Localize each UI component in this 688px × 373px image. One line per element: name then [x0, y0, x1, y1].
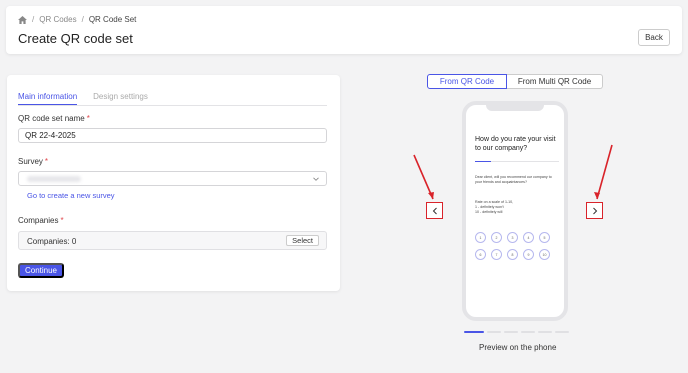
chevron-left-icon — [432, 207, 437, 214]
chevron-down-icon — [313, 177, 319, 181]
rating-scale-row: 1 2 3 4 5 — [475, 232, 555, 243]
rating-option[interactable]: 7 — [491, 249, 502, 260]
rating-scale-row: 6 7 8 9 10 — [475, 249, 555, 260]
breadcrumb-current: QR Code Set — [88, 15, 137, 24]
survey-label: Survey * — [18, 157, 49, 166]
preview-mode-toggle: From QR Code From Multi QR Code — [427, 74, 603, 89]
slide-dot[interactable] — [555, 331, 569, 333]
rating-option[interactable]: 1 — [475, 232, 486, 243]
survey-scale-note: 10 - definitely will — [475, 210, 503, 214]
survey-select[interactable] — [18, 171, 327, 186]
phone-notch — [486, 104, 544, 111]
select-companies-button[interactable]: Select — [286, 235, 319, 246]
preview-label: Preview on the phone — [479, 343, 557, 352]
page-title: Create QR code set — [18, 31, 133, 46]
slide-dot[interactable] — [504, 331, 518, 333]
back-button[interactable]: Back — [638, 29, 670, 46]
tab-design-settings[interactable]: Design settings — [93, 89, 148, 105]
survey-question: How do you rate your visit to our compan… — [475, 136, 556, 152]
toggle-from-qr-code[interactable]: From QR Code — [427, 74, 507, 89]
home-icon[interactable] — [18, 15, 27, 24]
qr-name-label: QR code set name * — [18, 114, 90, 123]
companies-field: Companies: 0 Select — [18, 231, 327, 250]
slide-dot[interactable] — [538, 331, 552, 333]
required-mark: * — [86, 114, 90, 123]
breadcrumb: / QR Codes / QR Code Set — [18, 15, 136, 24]
companies-count: Companies: 0 — [27, 237, 77, 246]
survey-body-text: Dear client, will you recommend our comp… — [475, 175, 552, 184]
rating-option[interactable]: 5 — [539, 232, 550, 243]
slide-dot[interactable] — [464, 331, 484, 333]
slide-dot[interactable] — [487, 331, 501, 333]
companies-label: Companies * — [18, 216, 64, 225]
slide-dot[interactable] — [521, 331, 535, 333]
next-slide-button[interactable] — [586, 202, 603, 219]
survey-selected-value — [27, 176, 81, 182]
rating-option[interactable]: 3 — [507, 232, 518, 243]
tab-main-information[interactable]: Main information — [18, 89, 78, 105]
required-mark: * — [44, 157, 49, 166]
required-mark: * — [60, 216, 64, 225]
page-header: / QR Codes / QR Code Set Create QR code … — [6, 6, 682, 54]
tab-bar: Main information Design settings — [18, 89, 327, 106]
rating-option[interactable]: 9 — [523, 249, 534, 260]
chevron-right-icon — [592, 207, 597, 214]
breadcrumb-separator: / — [81, 15, 84, 24]
rating-option[interactable]: 10 — [539, 249, 550, 260]
qr-name-input[interactable]: QR 22-4-2025 — [18, 128, 327, 143]
phone-preview: How do you rate your visit to our compan… — [462, 101, 568, 321]
slide-indicator — [464, 331, 572, 333]
prev-slide-button[interactable] — [426, 202, 443, 219]
continue-button[interactable]: Continue — [18, 263, 64, 278]
rating-option[interactable]: 2 — [491, 232, 502, 243]
survey-progress-fill — [475, 161, 491, 162]
form-card: Main information Design settings QR code… — [7, 75, 340, 291]
survey-progress — [475, 161, 559, 162]
create-survey-link[interactable]: Go to create a new survey — [27, 191, 115, 200]
rating-option[interactable]: 8 — [507, 249, 518, 260]
toggle-from-multi-qr-code[interactable]: From Multi QR Code — [507, 74, 603, 89]
rating-option[interactable]: 4 — [523, 232, 534, 243]
rating-option[interactable]: 6 — [475, 249, 486, 260]
breadcrumb-qr-codes[interactable]: QR Codes — [39, 15, 76, 24]
breadcrumb-separator: / — [32, 15, 35, 24]
